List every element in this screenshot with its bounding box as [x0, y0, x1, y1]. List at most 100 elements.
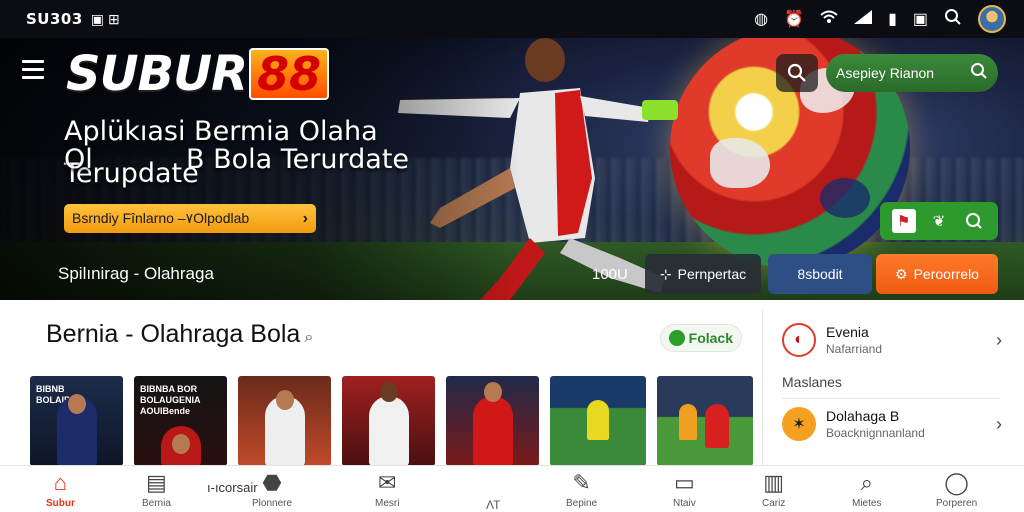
ai-icon: ΛΤ	[486, 498, 501, 512]
logo-word: SUBUR	[66, 46, 248, 102]
hero-cta-label: Bsrndiy Fînlarno –۷Olpodlab	[72, 210, 250, 226]
gear-icon: ⚙	[895, 265, 908, 282]
screenshot-icon: ▣	[912, 11, 928, 28]
hero-button-3-label: Peroorrelo	[913, 266, 979, 282]
hero-title: Aplükıasi Bermia Olaha B Bola Terurdate …	[64, 116, 424, 188]
nav-item-group[interactable]: ⬣ Plonnere	[252, 470, 292, 509]
flag-icon[interactable]: ⚑	[891, 209, 916, 233]
search-pill-label: Asepiey Rianon	[836, 65, 935, 81]
content-card[interactable]	[550, 376, 646, 466]
chat-bubble-icon	[669, 330, 685, 346]
leaf-icon[interactable]: ❦	[927, 209, 951, 233]
content-card[interactable]	[342, 376, 435, 466]
app-root: SU303 ▣ ⊞ ◍ ⏰ ▮ ▣ SUBUR 88 Aplükıasi Ber…	[0, 0, 1024, 512]
nav-label: Subur	[46, 498, 75, 509]
signal-icon	[854, 9, 873, 29]
battery-icon: ▮	[888, 11, 897, 28]
side-item-text: Evenia Nafarriand	[826, 324, 882, 356]
clock-icon: ⏰	[784, 11, 805, 28]
nav-item-search[interactable]: ⌕ Mietes	[852, 470, 881, 509]
chart-icon: ▥	[763, 470, 785, 495]
nav-item-news[interactable]: ▤ Bernia	[142, 470, 171, 509]
cat-icon: ✶	[782, 407, 816, 441]
nav-label: Mesri	[375, 498, 400, 509]
section-title-text: Bernia - Olahraga Bola	[46, 320, 301, 348]
hero-subtitle: Spilınirag - Olahraga	[58, 264, 214, 283]
hero-button-3[interactable]: ⚙ Peroorrelo	[876, 254, 998, 294]
card-caption: BIBNBA BOR BOLAUGENIA AOUIBende	[140, 384, 201, 416]
notification-icon: ⊞	[108, 10, 120, 27]
hero-cta-button[interactable]: Bsrndiy Fînlarno –۷Olpodlab ›	[64, 204, 316, 233]
news-icon: ▤	[146, 470, 167, 495]
tv-icon: ▭	[674, 470, 695, 495]
side-item-dolahaga[interactable]: ✶ Dolahaga B Boacknignnanland ›	[782, 402, 1002, 446]
search-button[interactable]	[776, 54, 818, 92]
hero-button-1-label: Pernpertac	[677, 266, 747, 282]
side-divider	[782, 398, 1000, 399]
search-icon	[970, 62, 988, 85]
card-row: BIBNB BOLAIBE BIBNBA BOR BOLAUGENIA AOUI…	[30, 376, 753, 466]
player-head	[483, 382, 502, 402]
nav-label: Plonnere	[252, 498, 293, 509]
hero-button-1[interactable]: ⊹ Pernpertac	[645, 254, 761, 294]
side-item-subtitle: Nafarriand	[826, 342, 883, 356]
search-icon: ⌕	[860, 470, 873, 495]
nav-item-profile[interactable]: ◯ Porperen	[936, 470, 977, 509]
player-figure	[678, 404, 697, 440]
follow-chip[interactable]: Folack	[660, 324, 742, 352]
status-right-icons: ◍ ⏰ ▮ ▣	[754, 5, 1006, 33]
alarm-icon: ◍	[754, 11, 769, 28]
hero-title-line2: B Bola Terurdate	[186, 144, 410, 175]
logo-icon: ◐	[782, 323, 816, 357]
chat-icon[interactable]	[962, 209, 986, 233]
content-card[interactable]	[657, 376, 753, 466]
nav-item-chart[interactable]: ▥ Cariz	[762, 470, 785, 509]
nav-item-ai[interactable]: ΛΤ	[486, 496, 500, 512]
nav-label: Porperen	[936, 498, 978, 509]
vertical-divider	[762, 310, 763, 465]
section-title: Bernia - Olahraga Bola ⌕	[46, 320, 313, 349]
nav-label: Bepine	[566, 498, 598, 509]
side-item-title: Dolahaga B	[826, 408, 900, 424]
content-card[interactable]: BIBNB BOLAIBE	[30, 376, 123, 466]
nav-item-mail[interactable]: ✉ Mesri	[375, 470, 399, 509]
nav-item-home[interactable]: ⌂ Subur	[46, 470, 75, 509]
avatar[interactable]	[978, 5, 1006, 33]
content-card[interactable]	[238, 376, 331, 466]
status-left-icons: ▣ ⊞	[91, 11, 120, 28]
search-icon[interactable]: ⌕	[304, 329, 313, 346]
brand-logo[interactable]: SUBUR 88	[66, 46, 330, 102]
hamburger-menu-icon[interactable]	[22, 60, 44, 79]
nav-label: Bernia	[142, 498, 171, 509]
follow-chip-label: Folack	[688, 330, 733, 346]
player-head	[67, 394, 86, 414]
player-head	[275, 390, 294, 410]
nav-item-tv[interactable]: ▭ Ntaiv	[673, 470, 696, 509]
player-head	[171, 434, 190, 454]
hero-count: 100U	[592, 266, 628, 283]
status-bar: SU303 ▣ ⊞ ◍ ⏰ ▮ ▣	[0, 0, 1024, 38]
plus-icon: ⊹	[659, 265, 672, 282]
search-icon[interactable]	[944, 8, 962, 31]
nav-item-feather[interactable]: ✎ Bepine	[566, 470, 597, 509]
feather-icon: ✎	[572, 470, 591, 495]
content-card[interactable]	[446, 376, 539, 466]
nav-label: Cariz	[762, 498, 786, 509]
nav-extra-label: ı-ıcorsair	[207, 480, 258, 495]
hero-button-2[interactable]: 8sbodit	[768, 254, 872, 294]
hero-title-fragment: Ol	[64, 144, 93, 175]
side-item-subtitle: Boacknignnanland	[826, 426, 925, 440]
side-item-evenia[interactable]: ◐ Evenia Nafarriand ›	[782, 318, 1002, 362]
hero-title-line1: Aplükıasi Bermia Olaha	[64, 116, 378, 147]
nav-label: Ntaiv	[673, 498, 696, 509]
content-card[interactable]: BIBNBA BOR BOLAUGENIA AOUIBende	[134, 376, 227, 466]
side-item-text: Dolahaga B Boacknignnanland	[826, 408, 925, 440]
hero-banner: SUBUR 88 Aplükıasi Bermia Olaha B Bola T…	[0, 38, 1024, 300]
search-pill[interactable]: Asepiey Rianon	[826, 54, 998, 92]
player-figure	[704, 404, 729, 448]
chevron-right-icon: ›	[302, 209, 308, 227]
player-head	[379, 382, 398, 402]
profile-icon: ◯	[944, 470, 969, 495]
hero-button-2-label: 8sbodit	[797, 266, 843, 282]
group-icon: ⬣	[262, 470, 282, 495]
